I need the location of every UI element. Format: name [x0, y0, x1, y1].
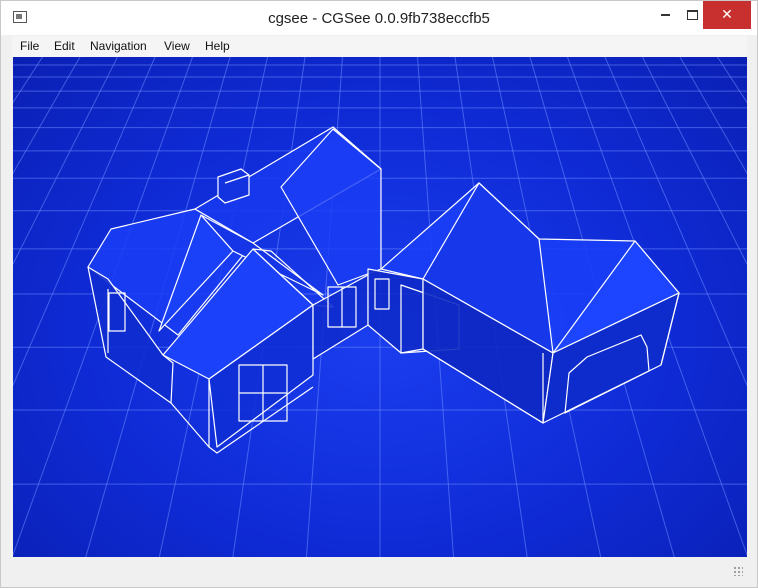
close-button[interactable]: ✕ — [703, 1, 751, 29]
close-icon: ✕ — [721, 6, 733, 22]
menu-edit[interactable]: Edit — [54, 39, 75, 53]
maximize-icon — [686, 10, 698, 21]
menu-bar: File Edit Navigation View Help — [12, 36, 747, 57]
title-bar[interactable]: cgsee - CGSee 0.0.9fb738eccfb5 ✕ — [1, 1, 757, 35]
scene-canvas — [13, 57, 747, 557]
menu-navigation[interactable]: Navigation — [90, 39, 147, 53]
app-window: cgsee - CGSee 0.0.9fb738eccfb5 ✕ File Ed… — [0, 0, 758, 588]
status-bar — [12, 558, 747, 580]
window-title: cgsee - CGSee 0.0.9fb738eccfb5 — [268, 10, 490, 27]
menu-file[interactable]: File — [20, 39, 39, 53]
menu-view[interactable]: View — [164, 39, 190, 53]
minimize-icon — [660, 14, 670, 17]
menu-help[interactable]: Help — [205, 39, 230, 53]
house-wireframe — [87, 126, 680, 454]
render-viewport[interactable] — [13, 57, 747, 557]
resize-grip-icon[interactable] — [733, 566, 743, 576]
